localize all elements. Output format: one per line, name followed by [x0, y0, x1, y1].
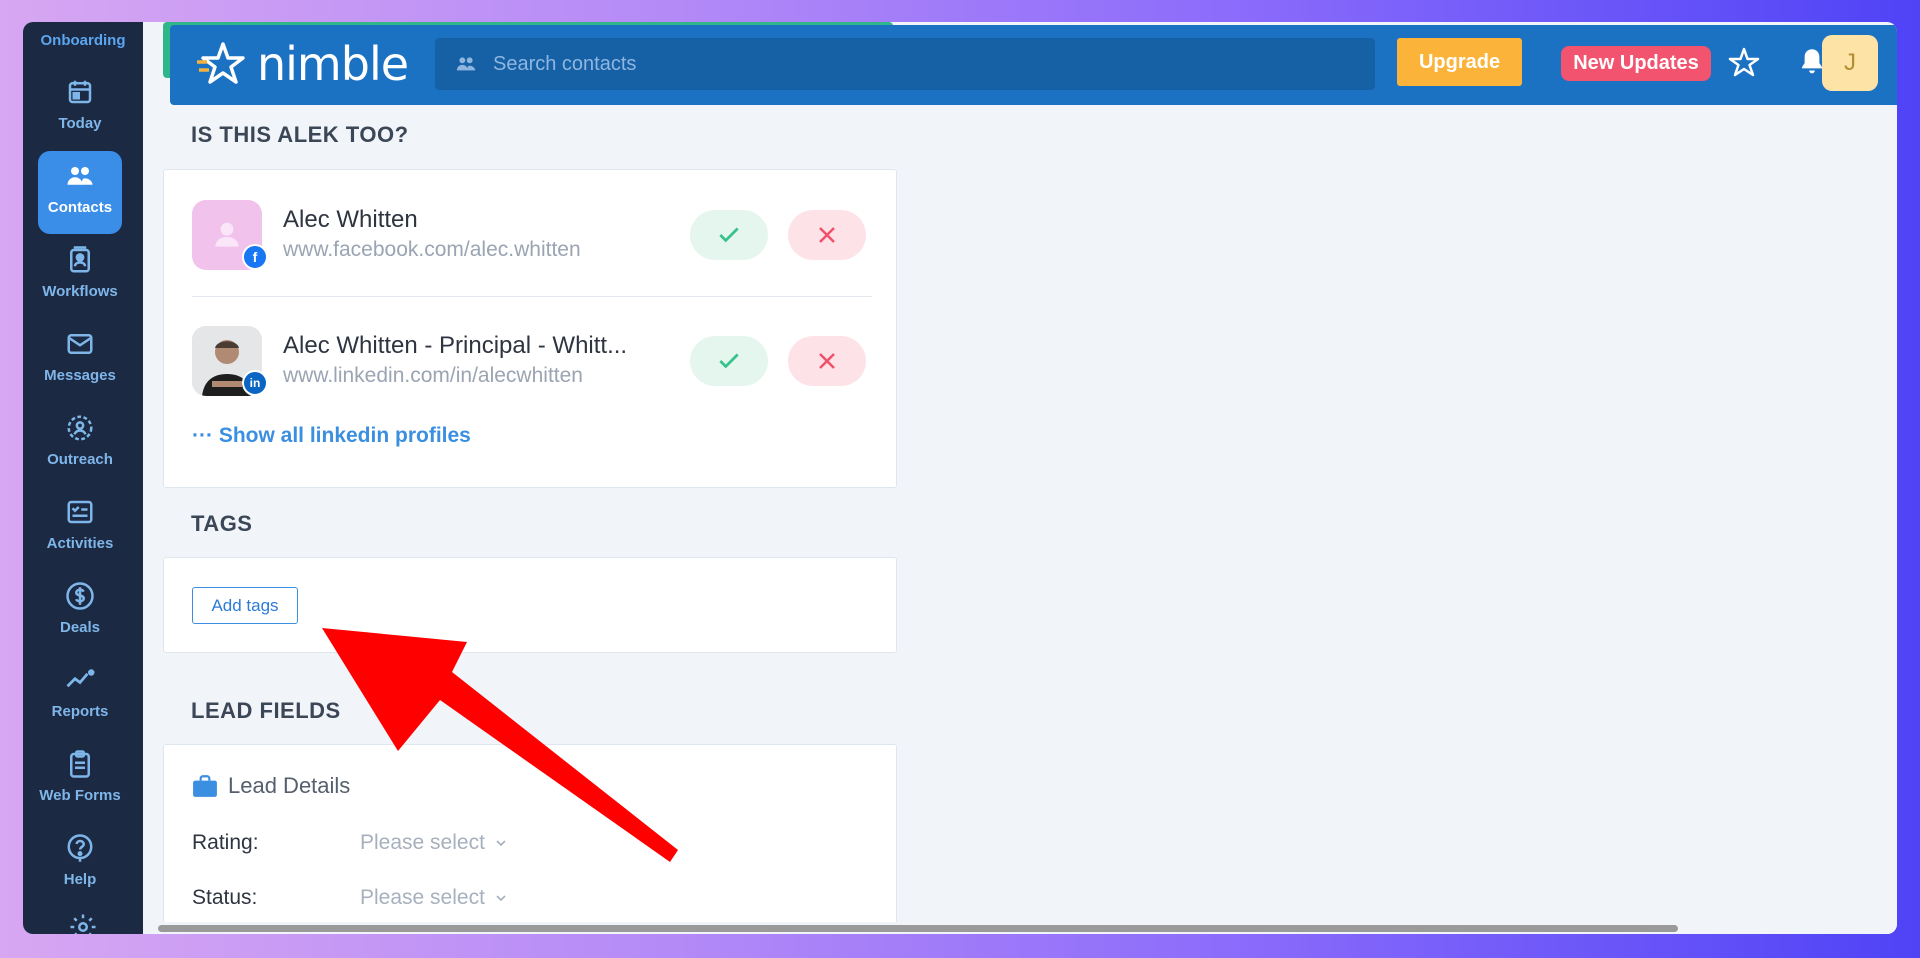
- scrollbar-thumb[interactable]: [158, 925, 1678, 932]
- app-window: Onboarding Today Contacts Workflows Mess…: [23, 22, 1897, 934]
- avatar-initial: J: [1844, 49, 1856, 76]
- add-tags-button[interactable]: Add tags: [192, 587, 298, 624]
- clipboard-icon: [70, 750, 90, 778]
- envelope-icon: [67, 334, 93, 354]
- profile-row: f Alec Whitten www.facebook.com/alec.whi…: [192, 200, 872, 280]
- profile-url[interactable]: www.facebook.com/alec.whitten: [283, 238, 581, 262]
- search-bar[interactable]: [435, 38, 1375, 90]
- sidebar-item-label: Deals: [59, 619, 101, 636]
- reject-match-button[interactable]: [788, 210, 866, 260]
- gear-icon[interactable]: [68, 912, 98, 934]
- sidebar-item-outreach[interactable]: Outreach: [38, 403, 122, 486]
- sidebar-item-web-forms[interactable]: Web Forms: [38, 739, 122, 822]
- chart-line-icon: [66, 669, 95, 688]
- profile-url[interactable]: www.linkedin.com/in/alecwhitten: [283, 364, 583, 388]
- sidebar-item-label: Activities: [46, 535, 114, 552]
- question-icon: [67, 834, 93, 862]
- sidebar-item-help[interactable]: Help: [38, 823, 122, 906]
- profile-name[interactable]: Alec Whitten - Principal - Whitt...: [283, 332, 627, 360]
- sidebar-item-label: Today: [58, 115, 102, 132]
- people-search-icon: [456, 57, 476, 71]
- status-label: Status:: [192, 886, 258, 909]
- profile-row: in Alec Whitten - Principal - Whitt... w…: [192, 326, 872, 406]
- dollar-icon: [66, 582, 94, 610]
- close-icon: [819, 353, 835, 369]
- status-value: Please select: [360, 886, 485, 909]
- show-all-linkedin-link[interactable]: ··· Show all linkedin profiles: [192, 424, 471, 448]
- sidebar-item-label: Help: [63, 871, 97, 888]
- nimble-logo[interactable]: nimble: [195, 37, 409, 91]
- top-bar: nimble Upgrade New Updates J: [170, 25, 1897, 105]
- sidebar-item-label: Outreach: [47, 451, 113, 468]
- calendar-icon: [68, 80, 92, 104]
- check-icon: [719, 353, 739, 369]
- lead-details-label: Lead Details: [228, 773, 351, 798]
- upgrade-button[interactable]: Upgrade: [1397, 38, 1522, 86]
- workflows-icon: [70, 246, 90, 273]
- logo-text: nimble: [257, 37, 409, 91]
- nimble-star-icon: [197, 42, 245, 84]
- new-updates-button[interactable]: New Updates: [1561, 46, 1711, 81]
- sidebar-onboarding-link[interactable]: Onboarding: [23, 32, 143, 49]
- sidebar-item-deals[interactable]: Deals: [38, 571, 122, 654]
- chevron-down-icon: [496, 840, 506, 847]
- sidebar-item-today[interactable]: Today: [38, 67, 122, 150]
- nimble-prospector-icon[interactable]: [1726, 45, 1762, 81]
- sidebar-item-messages[interactable]: Messages: [38, 319, 122, 402]
- rating-label: Rating:: [192, 831, 259, 854]
- rating-select[interactable]: Please select: [360, 831, 509, 855]
- people-icon: [67, 167, 93, 185]
- facebook-icon: f: [242, 244, 268, 270]
- sidebar-item-workflows[interactable]: Workflows: [38, 235, 122, 318]
- divider: [192, 296, 872, 297]
- checklist-icon: [67, 500, 93, 524]
- section-title-matches: IS THIS ALEK TOO?: [191, 122, 409, 147]
- confirm-match-button[interactable]: [690, 210, 768, 260]
- section-title-lead-fields: LEAD FIELDS: [191, 698, 341, 723]
- search-input[interactable]: [493, 52, 1343, 76]
- close-icon: [819, 227, 835, 243]
- sidebar-item-reports[interactable]: Reports: [38, 655, 122, 738]
- chevron-down-icon: [496, 895, 506, 902]
- sidebar-item-label: Contacts: [47, 199, 113, 216]
- lead-fields-card: Lead Details Rating: Please select Statu…: [163, 744, 897, 934]
- sidebar: Onboarding Today Contacts Workflows Mess…: [23, 22, 143, 934]
- briefcase-icon: [193, 775, 217, 797]
- status-select[interactable]: Please select: [360, 886, 509, 910]
- sidebar-item-contacts[interactable]: Contacts: [38, 151, 122, 234]
- matches-card: f Alec Whitten www.facebook.com/alec.whi…: [163, 169, 897, 488]
- sidebar-item-label: Reports: [51, 703, 109, 720]
- outreach-icon: [67, 415, 93, 441]
- linkedin-icon: in: [242, 370, 268, 396]
- check-icon: [719, 227, 739, 243]
- user-avatar[interactable]: J: [1822, 35, 1878, 91]
- confirm-match-button[interactable]: [690, 336, 768, 386]
- sidebar-item-label: Web Forms: [39, 787, 121, 804]
- reject-match-button[interactable]: [788, 336, 866, 386]
- sidebar-item-label: Messages: [44, 367, 116, 384]
- sidebar-item-label: Workflows: [42, 283, 118, 300]
- rating-value: Please select: [360, 831, 485, 854]
- sidebar-item-activities[interactable]: Activities: [38, 487, 122, 570]
- horizontal-scrollbar[interactable]: [143, 922, 1897, 934]
- tags-card: Add tags: [163, 557, 897, 653]
- profile-name[interactable]: Alec Whitten: [283, 206, 418, 234]
- section-title-tags: TAGS: [191, 511, 253, 536]
- lead-details-heading: Lead Details: [192, 773, 350, 799]
